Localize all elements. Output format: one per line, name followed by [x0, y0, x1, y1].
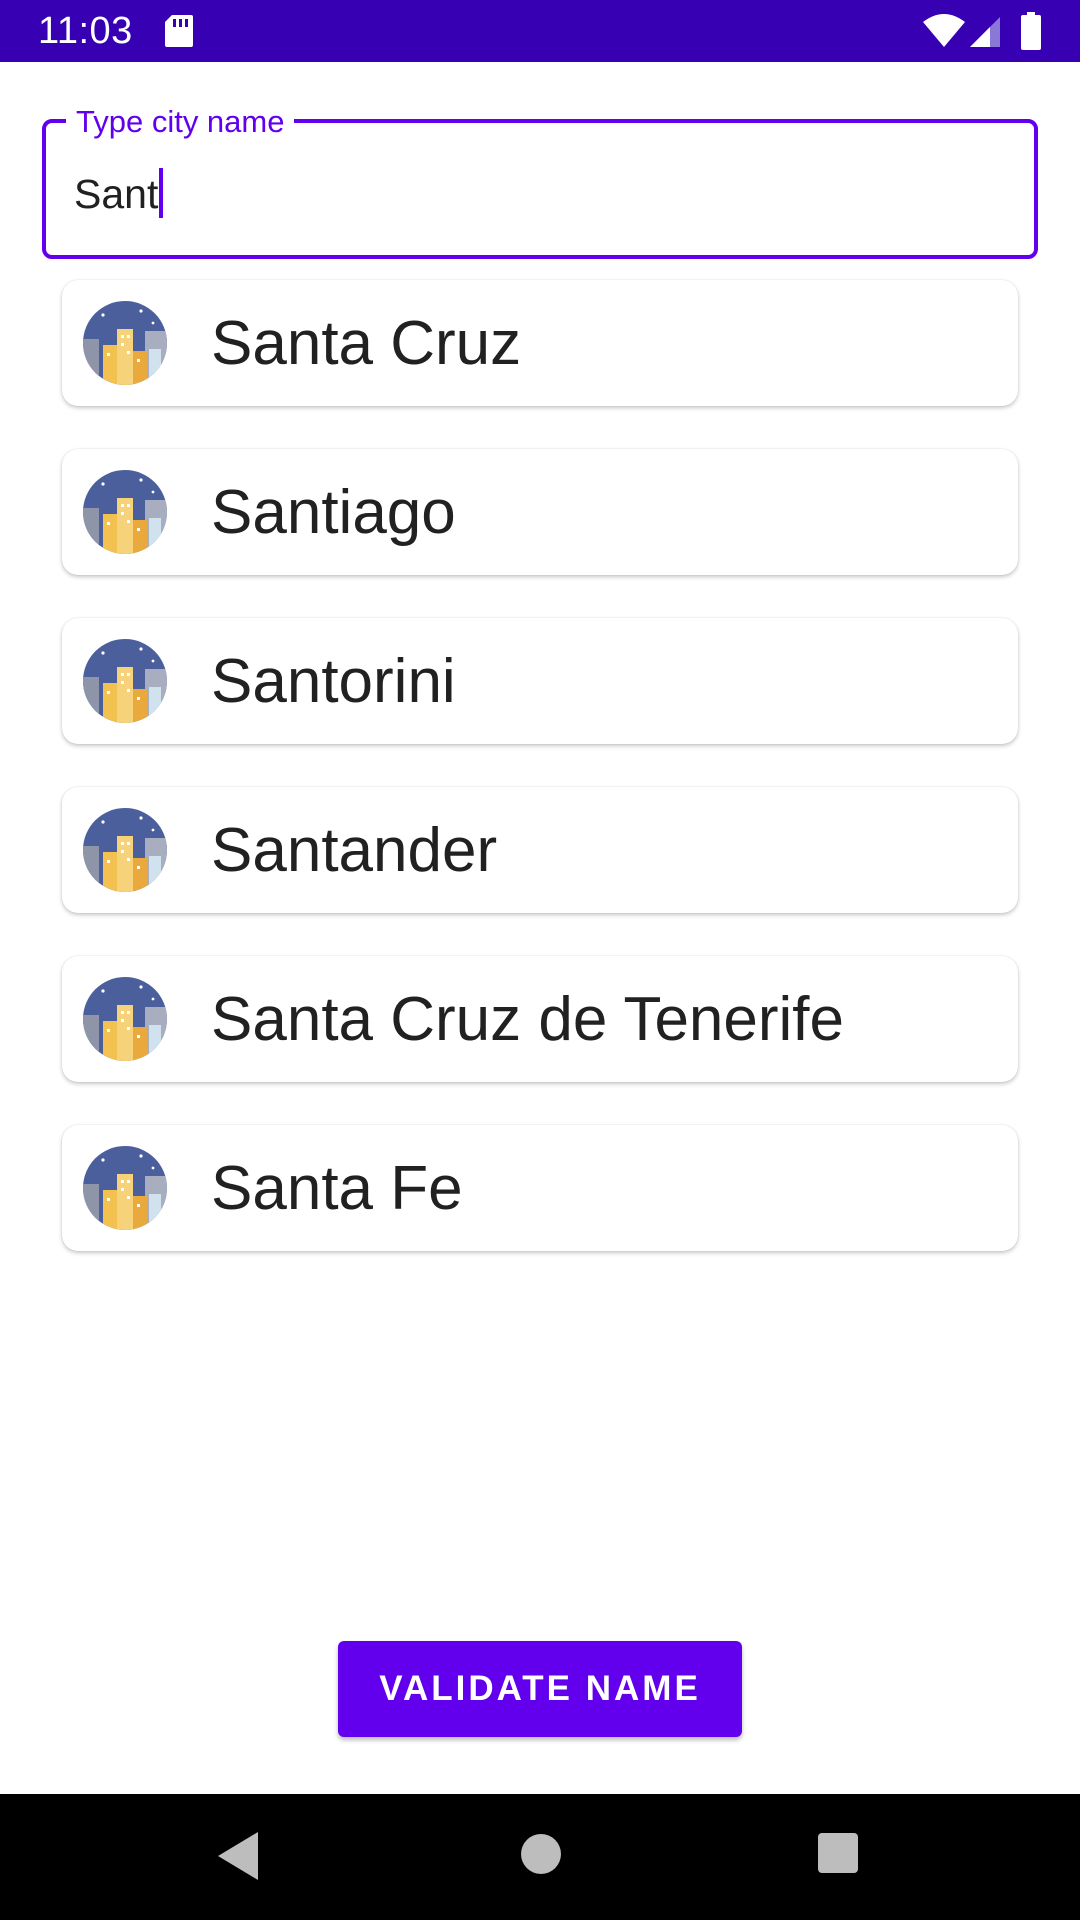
city-name-label: Santorini [211, 647, 456, 716]
suggestion-card[interactable]: Santorini [62, 618, 1018, 744]
city-night-icon [83, 301, 167, 385]
city-name-label: Santa Fe [211, 1154, 463, 1223]
city-night-icon [83, 808, 167, 892]
suggestion-card[interactable]: Santa Fe [62, 1125, 1018, 1251]
city-name-label: Santa Cruz de Tenerife [211, 985, 845, 1054]
validate-name-button[interactable]: VALIDATE NAME [338, 1641, 742, 1737]
city-night-icon [83, 639, 167, 723]
home-icon[interactable] [519, 1832, 563, 1876]
suggestion-card[interactable]: Santa Cruz [62, 280, 1018, 406]
city-name-input-label: Type city name [66, 104, 295, 140]
back-icon[interactable] [216, 1830, 260, 1882]
city-night-icon [83, 470, 167, 554]
city-name-label: Santiago [211, 478, 456, 547]
wifi-icon [923, 14, 965, 47]
battery-icon [1021, 12, 1041, 50]
text-cursor [159, 168, 164, 218]
navigation-bar [0, 1794, 1080, 1920]
city-night-icon [83, 977, 167, 1061]
city-name-input-text: Sant [74, 171, 159, 217]
status-bar: 11:03 [0, 0, 1080, 62]
recents-icon[interactable] [817, 1832, 859, 1874]
city-name-label: Santa Cruz [211, 309, 522, 378]
suggestion-card[interactable]: Santander [62, 787, 1018, 913]
city-night-icon [83, 1146, 167, 1230]
status-time: 11:03 [38, 10, 133, 52]
suggestion-card[interactable]: Santiago [62, 449, 1018, 575]
app-screen: 11:03 Type city name Sant Santa Cruz San… [0, 0, 1080, 1920]
signal-icon [970, 17, 1000, 47]
city-name-input[interactable] [42, 119, 1038, 259]
sd-card-icon [165, 15, 193, 47]
city-name-input-value[interactable]: Sant [74, 168, 164, 218]
suggestion-card[interactable]: Santa Cruz de Tenerife [62, 956, 1018, 1082]
suggestion-list: Santa Cruz Santiago Santorini Santander … [62, 280, 1018, 1294]
city-name-label: Santander [211, 816, 498, 885]
